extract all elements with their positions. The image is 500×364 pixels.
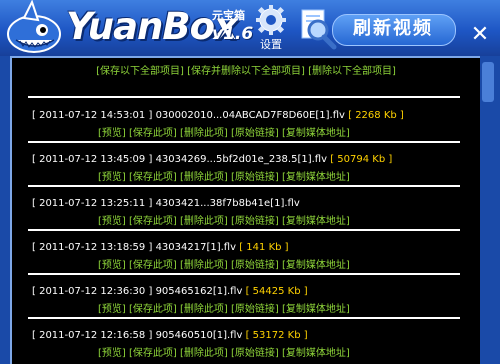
list-item: [ 2011-07-12 14:53:01 ] 030002010...04AB… (32, 110, 472, 139)
entry-size: [ 141 Kb ] (239, 242, 289, 253)
mascot-shark-icon (7, 0, 61, 53)
vertical-scrollbar[interactable] (480, 56, 496, 362)
title-bar: YuanBox 元宝箱 v1.6 设置 刷新视频 ✕ (0, 0, 500, 56)
preview-link[interactable]: [预览] (98, 304, 126, 315)
copy-media-url-link[interactable]: [复制媒体地址] (282, 216, 350, 227)
copy-media-url-link[interactable]: [复制媒体地址] (282, 172, 350, 183)
original-link[interactable]: [原始链接] (231, 348, 279, 359)
divider (28, 96, 460, 98)
save-item-link[interactable]: [保存此项] (129, 216, 177, 227)
gear-icon (256, 5, 286, 35)
delete-item-link[interactable]: [删除此项] (180, 348, 228, 359)
entry-size: [ 54425 Kb ] (245, 286, 308, 297)
version-label: v1.6 (212, 24, 254, 44)
list-item: [ 2011-07-12 12:16:58 ] 905460510[1].flv… (32, 330, 472, 359)
entry-timestamp: [ 2011-07-12 13:25:11 ] (32, 198, 153, 209)
entry-timestamp: [ 2011-07-12 12:16:58 ] (32, 330, 153, 341)
entry-timestamp: [ 2011-07-12 14:53:01 ] (32, 110, 153, 121)
divider (28, 229, 460, 231)
preview-link[interactable]: [预览] (98, 128, 126, 139)
entry-filename: 030002010...04ABCAD7F8D60E[1].flv (155, 110, 345, 121)
preview-link[interactable]: [预览] (98, 216, 126, 227)
original-link[interactable]: [原始链接] (231, 172, 279, 183)
entry-filename: 43034217[1].flv (155, 242, 237, 253)
preview-link[interactable]: [预览] (98, 348, 126, 359)
copy-media-url-link[interactable]: [复制媒体地址] (282, 304, 350, 315)
entry-timestamp: [ 2011-07-12 13:45:09 ] (32, 154, 153, 165)
bulk-actions: [保存以下全部项目] [保存并删除以下全部项目] [删除以下全部项目] (12, 62, 480, 77)
video-list-panel: [保存以下全部项目] [保存并删除以下全部项目] [删除以下全部项目] [ 20… (10, 56, 480, 364)
original-link[interactable]: [原始链接] (231, 260, 279, 271)
original-link[interactable]: [原始链接] (231, 216, 279, 227)
settings-button[interactable]: 设置 (255, 4, 287, 52)
save-item-link[interactable]: [保存此项] (129, 172, 177, 183)
divider (28, 141, 460, 143)
preview-link[interactable]: [预览] (98, 260, 126, 271)
delete-item-link[interactable]: [删除此项] (180, 260, 228, 271)
scrollbar-thumb[interactable] (482, 62, 494, 102)
entry-size: [ 2268 Kb ] (348, 110, 404, 121)
save-item-link[interactable]: [保存此项] (129, 128, 177, 139)
delete-item-link[interactable]: [删除此项] (180, 128, 228, 139)
delete-item-link[interactable]: [删除此项] (180, 172, 228, 183)
refresh-videos-button[interactable]: 刷新视频 (296, 4, 456, 52)
copy-media-url-link[interactable]: [复制媒体地址] (282, 260, 350, 271)
list-item: [ 2011-07-12 12:36:30 ] 905465162[1].flv… (32, 286, 472, 315)
preview-link[interactable]: [预览] (98, 172, 126, 183)
divider (28, 273, 460, 275)
list-item: [ 2011-07-12 13:45:09 ] 43034269...5bf2d… (32, 154, 472, 183)
copy-media-url-link[interactable]: [复制媒体地址] (282, 128, 350, 139)
save-all-link[interactable]: [保存以下全部项目] (96, 66, 184, 77)
delete-item-link[interactable]: [删除此项] (180, 304, 228, 315)
entry-size: [ 50794 Kb ] (330, 154, 393, 165)
divider (28, 317, 460, 319)
save-and-delete-all-link[interactable]: [保存并删除以下全部项目] (187, 66, 305, 77)
original-link[interactable]: [原始链接] (231, 128, 279, 139)
copy-media-url-link[interactable]: [复制媒体地址] (282, 348, 350, 359)
entry-size: [ 53172 Kb ] (245, 330, 308, 341)
entry-filename: 905460510[1].flv (155, 330, 243, 341)
close-icon[interactable]: ✕ (468, 24, 492, 48)
entry-timestamp: [ 2011-07-12 13:18:59 ] (32, 242, 153, 253)
divider (28, 185, 460, 187)
delete-item-link[interactable]: [删除此项] (180, 216, 228, 227)
delete-all-link[interactable]: [删除以下全部项目] (308, 66, 396, 77)
list-item: [ 2011-07-12 13:25:11 ] 4303421...38f7b8… (32, 198, 472, 227)
list-item: [ 2011-07-12 13:18:59 ] 43034217[1].flv … (32, 242, 472, 271)
entry-filename: 4303421...38f7b8b41e[1].flv (155, 198, 300, 209)
entry-timestamp: [ 2011-07-12 12:36:30 ] (32, 286, 153, 297)
settings-label: 设置 (260, 38, 282, 51)
brand-subtitle: 元宝箱 (212, 9, 245, 22)
refresh-videos-label: 刷新视频 (353, 18, 433, 39)
entry-filename: 905465162[1].flv (155, 286, 243, 297)
save-item-link[interactable]: [保存此项] (129, 348, 177, 359)
original-link[interactable]: [原始链接] (231, 304, 279, 315)
save-item-link[interactable]: [保存此项] (129, 304, 177, 315)
save-item-link[interactable]: [保存此项] (129, 260, 177, 271)
entry-filename: 43034269...5bf2d01e_238.5[1].flv (155, 154, 328, 165)
